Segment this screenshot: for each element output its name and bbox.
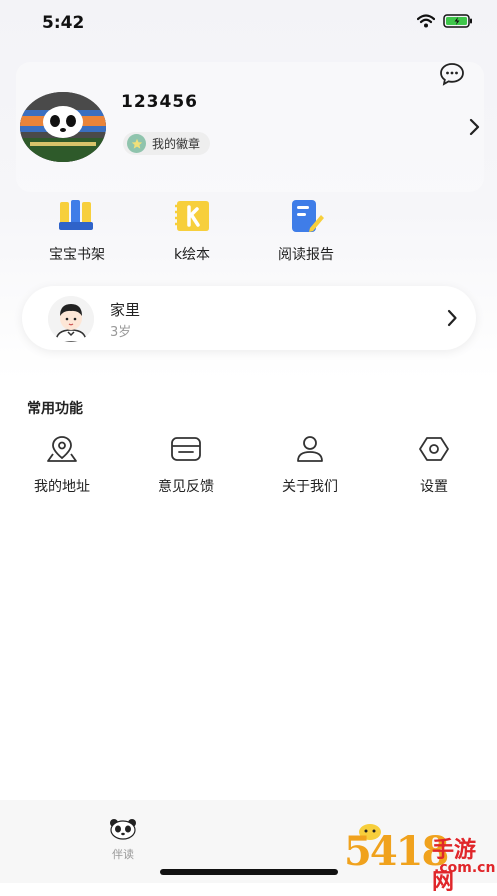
quick-link-k-picturebook[interactable]: k绘本: [137, 198, 247, 264]
func-label: 我的地址: [34, 479, 90, 495]
child-age: 3岁: [110, 325, 132, 340]
feedback-icon: [171, 437, 201, 461]
quick-link-label: 宝宝书架: [49, 247, 105, 263]
wifi-icon: [417, 14, 435, 28]
reading-report-icon: [292, 200, 324, 232]
watermark-logo: 5418 手游网 .com.cn: [340, 826, 497, 895]
bookshelf-icon: [59, 200, 93, 230]
func-settings[interactable]: 设置: [384, 434, 484, 496]
func-label: 关于我们: [282, 479, 338, 495]
func-my-address[interactable]: 我的地址: [12, 434, 112, 496]
status-bar: 5:42: [0, 0, 497, 48]
user-icon: [297, 436, 323, 462]
section-title: 常用功能: [27, 401, 83, 417]
func-about-us[interactable]: 关于我们: [260, 434, 360, 496]
func-label: 设置: [420, 479, 448, 495]
func-label: 意见反馈: [158, 479, 214, 495]
quick-link-label: k绘本: [173, 247, 211, 263]
child-profile-card[interactable]: 家里 3岁: [22, 286, 476, 350]
location-icon: [47, 436, 77, 462]
chevron-right-icon[interactable]: [468, 117, 482, 137]
func-feedback[interactable]: 意见反馈: [136, 434, 236, 496]
home-indicator: [160, 869, 338, 875]
chevron-right-icon[interactable]: [446, 309, 458, 327]
quick-link-reading-report[interactable]: 阅读报告: [251, 198, 361, 264]
settings-icon: [419, 437, 449, 461]
k-picturebook-icon: [175, 201, 209, 231]
star-icon: [127, 134, 146, 153]
quick-link-bookshelf[interactable]: 宝宝书架: [22, 198, 132, 264]
badge-label: 我的徽章: [152, 137, 201, 151]
status-time: 5:42: [42, 13, 85, 33]
watermark-domain: .com.cn: [434, 860, 496, 876]
status-icons: [417, 14, 473, 28]
tab-label: 伴读: [112, 848, 134, 861]
avatar[interactable]: [20, 92, 106, 162]
username: 123456: [121, 92, 198, 112]
tab-reading-companion[interactable]: 伴读: [98, 818, 148, 862]
my-badges-chip[interactable]: 我的徽章: [123, 132, 211, 155]
child-avatar: [48, 296, 94, 342]
battery-icon: [443, 14, 472, 28]
panda-icon: [110, 819, 136, 840]
message-icon[interactable]: [439, 62, 465, 86]
quick-link-label: 阅读报告: [278, 247, 334, 263]
child-name: 家里: [110, 301, 141, 319]
